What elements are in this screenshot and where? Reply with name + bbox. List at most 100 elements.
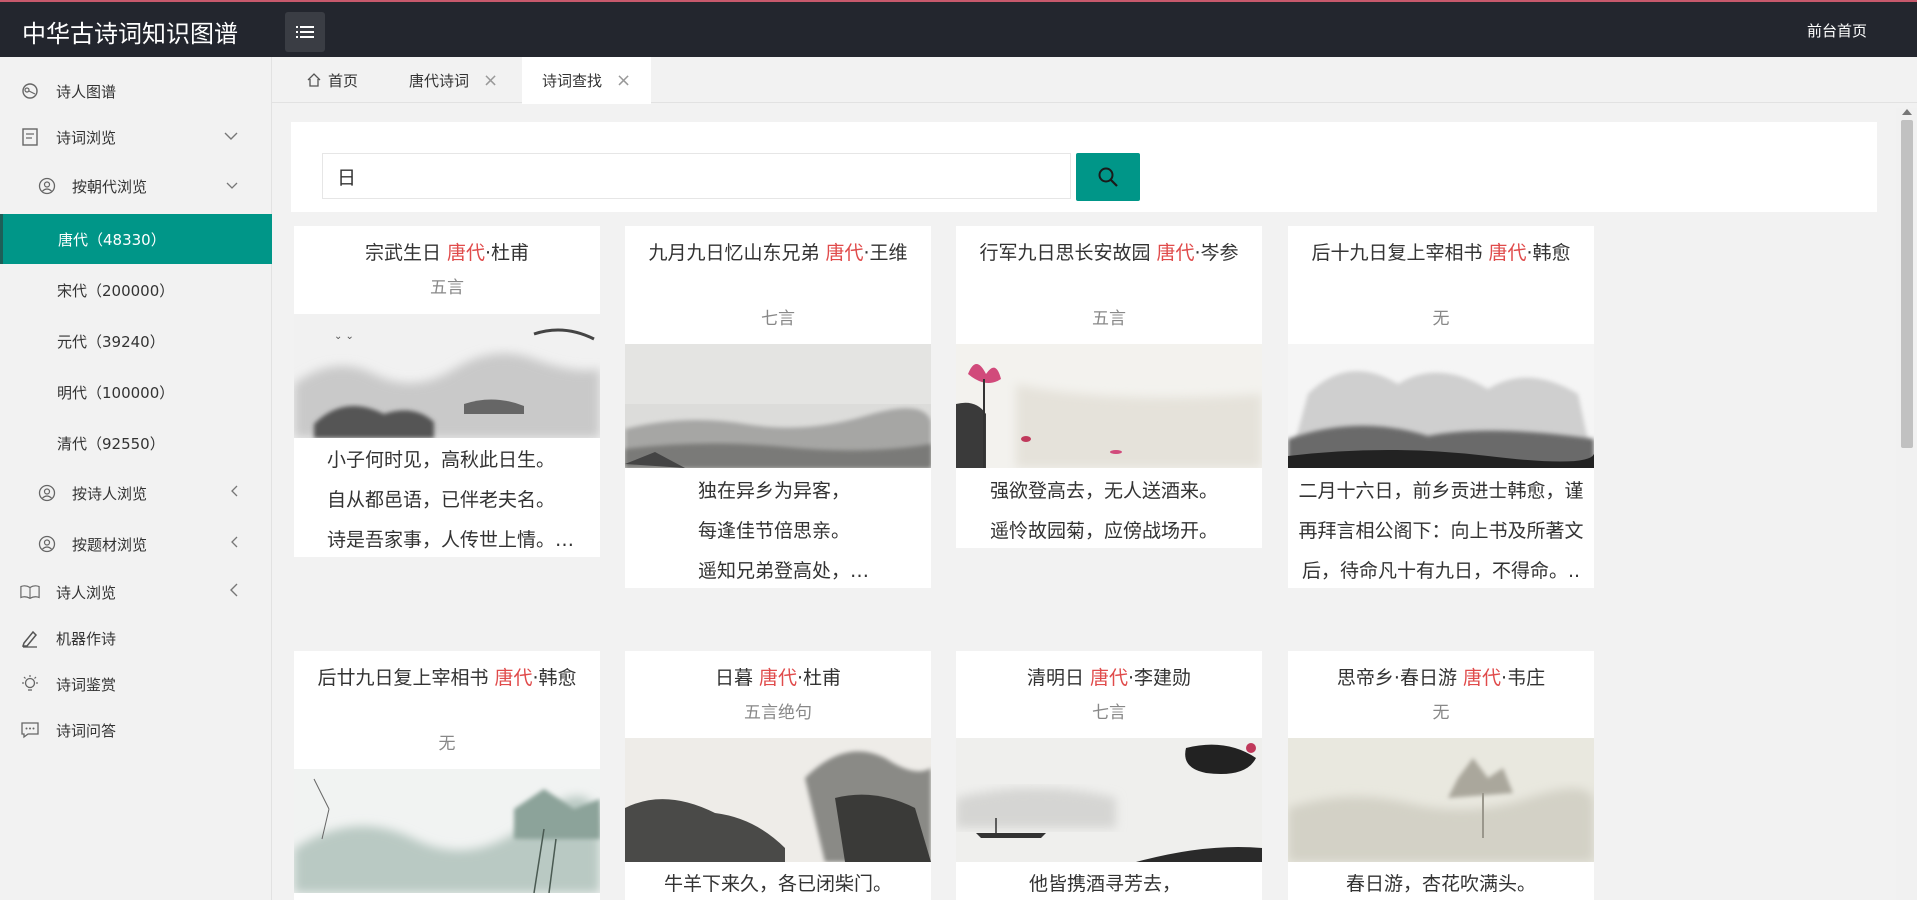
poem-lines: 小子何时见，高秋此日生。 自从都邑语，已伴老夫名。 诗是吾家事，人传世上情。… xyxy=(294,440,600,557)
poem-form: 五言 xyxy=(1092,309,1126,329)
poem-form: 七言 xyxy=(1092,703,1126,723)
sidebar-item-label: 诗词问答 xyxy=(56,721,117,740)
poem-line: 强欲登高去，无人送酒来。 xyxy=(990,480,1219,502)
chevron-down-icon xyxy=(224,130,238,145)
poem-card[interactable]: 清明日 唐代·李建勋 七言 他皆携酒寻芳去， xyxy=(956,651,1262,900)
svg-text:⌄ ⌄: ⌄ ⌄ xyxy=(334,331,354,342)
poem-form: 无 xyxy=(1432,309,1450,329)
tab-label: 唐代诗词 xyxy=(409,71,470,90)
sidebar-item-label: 诗人浏览 xyxy=(56,583,117,602)
poem-line: 小子何时见，高秋此日生。 xyxy=(327,449,556,471)
top-header: 中华古诗词知识图谱 前台首页 xyxy=(0,0,1917,57)
poem-dynasty: 唐代 xyxy=(1156,242,1195,264)
poem-line: 春日游，杏花吹满头。 xyxy=(1345,873,1536,895)
sidebar-item-machine-poetry[interactable]: 机器作诗 xyxy=(0,615,272,661)
sidebar-item-by-theme[interactable]: 按题材浏览 xyxy=(0,521,272,567)
poem-line: 再拜言相公阁下：向上书及所著文 xyxy=(1298,520,1584,542)
tab-tang-poems[interactable]: 唐代诗词 × xyxy=(409,57,498,103)
sidebar-item-label: 按诗人浏览 xyxy=(72,484,148,503)
sidebar-item-label: 按朝代浏览 xyxy=(72,177,148,196)
tab-label: 诗词查找 xyxy=(542,72,603,90)
poem-line: 自从都邑语，已伴老夫名。 xyxy=(327,489,556,511)
poem-title-line: 清明日 唐代·李建勋 xyxy=(976,663,1242,694)
sidebar-item-poem-browse[interactable]: 诗词浏览 xyxy=(0,114,272,160)
poem-line: 遥知兄弟登高处，… xyxy=(698,560,870,582)
search-button[interactable] xyxy=(1076,153,1140,201)
sidebar-item-by-dynasty[interactable]: 按朝代浏览 xyxy=(0,163,272,209)
poem-dynasty: 唐代 xyxy=(1090,667,1129,689)
sidebar-item-appreciation[interactable]: 诗词鉴赏 xyxy=(0,661,272,707)
graph-icon xyxy=(20,81,40,101)
book-icon xyxy=(20,582,40,602)
sidebar-item-qing[interactable]: 清代（92550） xyxy=(0,420,272,466)
poem-line: 每逢佳节倍思亲。 xyxy=(698,520,851,542)
poem-title: 后廿九日复上宰相书 xyxy=(317,667,489,689)
sidebar-item-qa[interactable]: 诗词问答 xyxy=(0,707,272,753)
ink-mountain-image xyxy=(1288,344,1594,468)
poem-lines: 牛羊下来久，各已闭柴门。 xyxy=(625,864,931,900)
poem-title: 行军九日思长安故园 xyxy=(979,242,1151,264)
poem-card[interactable]: 宗武生日 唐代·杜甫 五言 ⌄ ⌄ 小子何时见，高秋此日生。 自从都邑语，已伴老… xyxy=(294,226,600,557)
close-icon[interactable]: × xyxy=(616,70,631,91)
poem-lines: 二月十六日，前乡贡进士韩愈，谨 再拜言相公阁下：向上书及所著文 后，待命凡十有九… xyxy=(1288,471,1594,588)
sidebar-item-yuan[interactable]: 元代（39240） xyxy=(0,318,272,364)
ink-landscape-image: ⌄ ⌄ xyxy=(294,314,600,438)
poem-card[interactable]: 后十九日复上宰相书 唐代·韩愈 无 二月十六日，前乡贡进士韩愈，谨 再拜言相公阁… xyxy=(1288,226,1594,588)
sidebar-item-label: 明代（100000） xyxy=(57,383,175,402)
poem-dynasty: 唐代 xyxy=(759,667,798,689)
lotus-boat-image xyxy=(956,738,1262,862)
poem-line: 二月十六日，前乡贡进士韩愈，谨 xyxy=(1298,480,1584,502)
sidebar-item-song[interactable]: 宋代（200000） xyxy=(0,267,272,313)
poem-lines: 独在异乡为异客， 每逢佳节倍思亲。 遥知兄弟登高处，… xyxy=(625,471,931,588)
search-input[interactable] xyxy=(322,153,1071,199)
pen-icon xyxy=(20,628,40,648)
sidebar-item-by-poet[interactable]: 按诗人浏览 xyxy=(0,470,272,516)
poem-lines: 春日游，杏花吹满头。 xyxy=(1288,864,1594,900)
poem-line: 他皆携酒寻芳去， xyxy=(1029,873,1182,895)
list-icon xyxy=(296,26,314,38)
poem-author: ·韦庄 xyxy=(1501,667,1546,689)
poem-card[interactable]: 九月九日忆山东兄弟 唐代·王维 七言 独在异乡为异客， 每逢佳节倍思亲。 遥知兄… xyxy=(625,226,931,588)
sidebar-item-label: 诗人图谱 xyxy=(56,82,117,101)
menu-toggle-button[interactable] xyxy=(285,12,325,52)
sidebar-item-poet-graph[interactable]: 诗人图谱 xyxy=(0,68,272,114)
user-circle-icon xyxy=(37,483,57,503)
poem-card[interactable]: 行军九日思长安故园 唐代·岑参 五言 强欲登高去，无人送酒来。 遥怜故园菊，应傍… xyxy=(956,226,1262,548)
sidebar-item-label: 诗词鉴赏 xyxy=(56,675,117,694)
tab-home[interactable]: 首页 xyxy=(306,57,358,103)
ink-landscape-image xyxy=(625,344,931,468)
chevron-down-icon xyxy=(226,179,238,194)
poem-dynasty: 唐代 xyxy=(494,667,533,689)
poem-title-line: 九月九日忆山东兄弟 唐代·王维 xyxy=(645,238,911,269)
poem-title-line: 行军九日思长安故园 唐代·岑参 xyxy=(976,238,1242,269)
close-icon[interactable]: × xyxy=(483,70,498,91)
poem-line: 牛羊下来久，各已闭柴门。 xyxy=(663,873,892,895)
scrollbar-thumb[interactable] xyxy=(1901,120,1913,448)
tab-label: 首页 xyxy=(328,71,359,90)
search-icon xyxy=(1098,167,1118,187)
poem-card[interactable]: 思帝乡·春日游 唐代·韦庄 无 春日游，杏花吹满头。 xyxy=(1288,651,1594,900)
tab-poem-search[interactable]: 诗词查找 × xyxy=(522,57,652,104)
front-page-link[interactable]: 前台首页 xyxy=(1807,20,1867,41)
poem-title: 清明日 xyxy=(1026,667,1084,689)
scroll-up-arrow-icon[interactable] xyxy=(1902,109,1912,115)
poem-title: 后十九日复上宰相书 xyxy=(1311,242,1483,264)
poem-card[interactable]: 后廿九日复上宰相书 唐代·韩愈 无 xyxy=(294,651,600,900)
poem-lines: 强欲登高去，无人送酒来。 遥怜故园菊，应傍战场开。 xyxy=(956,471,1262,548)
poem-title-line: 后十九日复上宰相书 唐代·韩愈 xyxy=(1308,238,1574,269)
poem-title-line: 思帝乡·春日游 唐代·韦庄 xyxy=(1308,663,1574,694)
poem-title: 宗武生日 xyxy=(364,242,441,264)
sidebar-item-tang[interactable]: 唐代（48330） xyxy=(0,214,272,264)
poem-title-line: 日暮 唐代·杜甫 xyxy=(645,663,911,694)
poem-card[interactable]: 日暮 唐代·杜甫 五言绝句 牛羊下来久，各已闭柴门。 xyxy=(625,651,931,900)
sidebar-item-label: 唐代（48330） xyxy=(58,230,166,249)
sidebar-item-ming[interactable]: 明代（100000） xyxy=(0,369,272,415)
poem-author: ·韩愈 xyxy=(1526,242,1571,264)
sidebar-item-poet-browse[interactable]: 诗人浏览 xyxy=(0,569,272,615)
poem-form: 无 xyxy=(1432,703,1450,723)
sidebar-item-label: 宋代（200000） xyxy=(57,281,175,300)
poem-line: 遥怜故园菊，应傍战场开。 xyxy=(990,520,1219,542)
poem-author: ·杜甫 xyxy=(797,667,842,689)
poem-title-line: 宗武生日 唐代·杜甫 xyxy=(314,238,580,269)
chat-icon xyxy=(20,720,40,740)
